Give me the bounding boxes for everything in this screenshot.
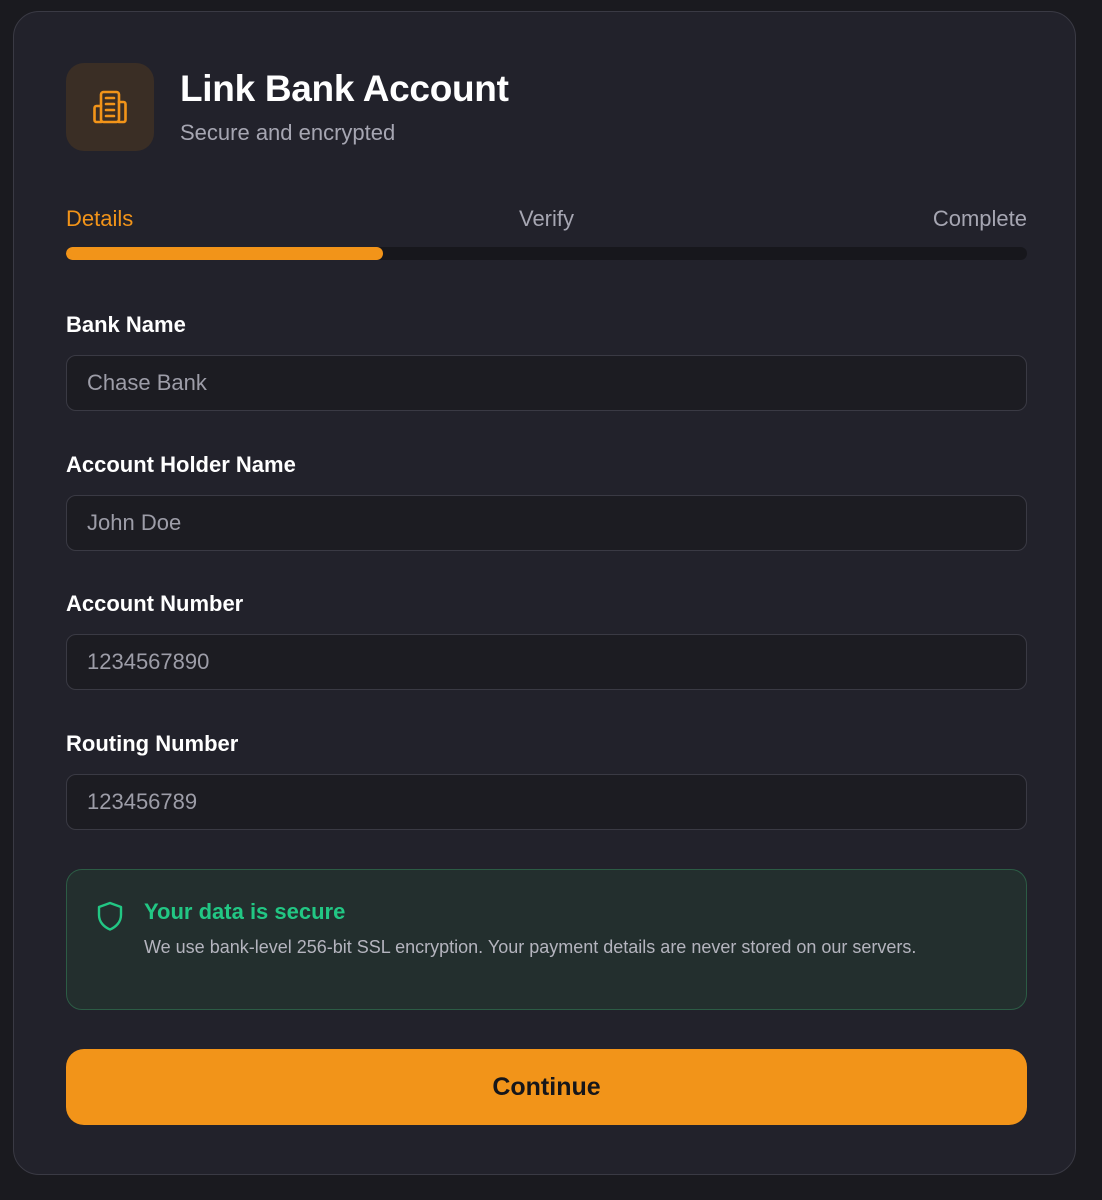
step-indicator: Details Verify Complete: [66, 204, 1027, 234]
account-holder-name-input[interactable]: [66, 495, 1027, 551]
page-title: Link Bank Account: [180, 68, 509, 109]
shield-icon: [97, 901, 123, 931]
security-description: We use bank-level 256-bit SSL encryption…: [144, 937, 917, 957]
step-complete: Complete: [932, 206, 1027, 231]
link-bank-card: Link Bank Account Secure and encrypted D…: [13, 11, 1076, 1175]
page-subtitle: Secure and encrypted: [180, 120, 396, 145]
account-holder-name-label: Account Holder Name: [66, 452, 296, 477]
security-title: Your data is secure: [144, 899, 346, 924]
bank-building-icon: [66, 63, 154, 151]
routing-number-input[interactable]: [66, 774, 1027, 830]
progress-bar-fill: [66, 247, 384, 260]
card-header: Link Bank Account Secure and encrypted: [66, 63, 509, 151]
account-number-label: Account Number: [66, 591, 244, 616]
header-titles: Link Bank Account Secure and encrypted: [180, 67, 509, 147]
progress-bar: [66, 247, 1027, 260]
security-notice: Your data is secure We use bank-level 25…: [66, 869, 1027, 1010]
continue-button[interactable]: Continue: [66, 1049, 1027, 1125]
bank-name-input[interactable]: [66, 355, 1027, 411]
account-number-input[interactable]: [66, 634, 1027, 690]
step-verify: Verify: [518, 206, 575, 231]
bank-name-label: Bank Name: [66, 312, 186, 337]
routing-number-label: Routing Number: [66, 731, 239, 756]
